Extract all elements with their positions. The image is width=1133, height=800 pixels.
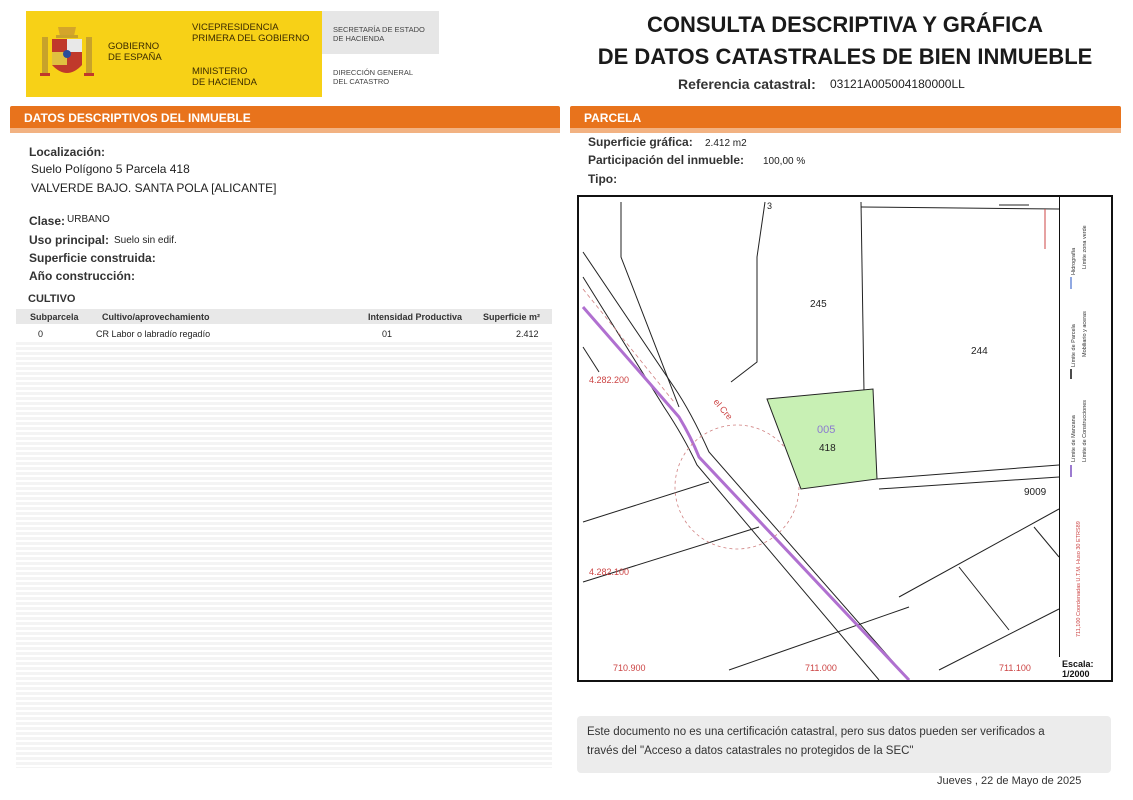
x-coord-1: 710.900	[613, 663, 646, 673]
boundary-line	[898, 508, 1060, 598]
road-name-label: el Cre	[711, 397, 734, 422]
participacion-value: 100,00 %	[763, 156, 806, 167]
document-date: Jueves , 22 de Mayo de 2025	[937, 775, 1082, 787]
cell-intensidad: 01	[382, 329, 393, 339]
note-line2: través del "Acceso a datos catastrales n…	[587, 745, 914, 757]
anio-construccion-label: Año construcción:	[29, 269, 136, 283]
secretaria-text: SECRETARÍA DE ESTADO DE HACIENDA	[333, 25, 425, 43]
gobierno-line1: GOBIERNO	[108, 41, 160, 52]
boundary-line	[876, 464, 1060, 480]
cadastral-map[interactable]: 245 244 005 418 9009 3 el Cre 4.282.200 …	[577, 195, 1113, 682]
boundary-line	[620, 202, 680, 408]
cell-superficie: 2.412	[516, 329, 539, 339]
parcel-418-label: 418	[819, 443, 836, 454]
cell-subparcela: 0	[38, 329, 44, 339]
superficie-grafica-value: 2.412 m2	[705, 138, 747, 149]
clase-label: Clase:	[29, 214, 66, 228]
note-line1: Este documento no es una certificación c…	[587, 726, 1045, 738]
gobierno-text: GOBIERNO DE ESPAÑA	[108, 41, 162, 63]
dir-line1: DIRECCIÓN GENERAL	[333, 68, 414, 77]
scale-label: Escala:	[1062, 659, 1094, 669]
localizacion-line1: Suelo Polígono 5 Parcela 418	[31, 162, 190, 176]
col-cultivo: Cultivo/aprovechamiento	[102, 312, 210, 322]
boundary-line	[860, 206, 1060, 210]
parcel-9009-label: 9009	[1024, 487, 1047, 498]
map-scale: Escala: 1/2000	[1062, 659, 1094, 679]
boundary-line	[730, 201, 766, 383]
minis-line2: DE HACIENDA	[192, 77, 257, 88]
boundary-line	[958, 566, 1010, 631]
superficie-construida-label: Superficie construida:	[29, 251, 156, 265]
parcel-245-label: 245	[810, 299, 827, 310]
table-row: 0 CR Labor o labradío regadío 01 2.412	[16, 326, 552, 342]
page-title-line2: DE DATOS CATASTRALES DE BIEN INMUEBLE	[597, 44, 1093, 69]
boundary-line	[860, 201, 865, 393]
x-coord-3: 711.100	[999, 663, 1031, 673]
map-legend-divider	[1059, 197, 1060, 657]
legend-zona-verde: Límite zona verde	[1082, 225, 1088, 269]
sec-line2: DE HACIENDA	[333, 34, 385, 43]
section-bar-datos: DATOS DESCRIPTIVOS DEL INMUEBLE	[10, 106, 560, 128]
legend-mobiliario: Mobiliario y aceras	[1082, 311, 1088, 357]
direccion-general-text: DIRECCIÓN GENERAL DEL CATASTRO	[333, 68, 413, 86]
uso-principal-value: Suelo sin edif.	[114, 235, 177, 246]
boundary-line	[582, 346, 600, 373]
referencia-value: 03121A005004180000LL	[830, 77, 965, 91]
parcel-244-label: 244	[971, 346, 988, 357]
coat-of-arms-icon	[40, 27, 94, 76]
cultivo-table-body-empty	[16, 342, 552, 768]
localizacion-line2: VALVERDE BAJO. SANTA POLA [ALICANTE]	[31, 181, 277, 195]
minis-line1: MINISTERIO	[192, 66, 248, 77]
road-dashed-edge	[582, 288, 675, 403]
section-bar-parcela-underline	[570, 128, 1121, 133]
cultivo-table-header: Subparcela Cultivo/aprovechamiento Inten…	[16, 309, 552, 324]
y-coord-1: 4.282.200	[589, 375, 629, 385]
section-bar-parcela: PARCELA	[570, 106, 1121, 128]
col-intensidad: Intensidad Productiva	[368, 312, 463, 322]
legend-limite-construcciones: Límite de Construcciones	[1082, 400, 1088, 462]
boundary-line	[1033, 526, 1060, 558]
parcel-code-label: 005	[817, 424, 835, 436]
dir-line2: DEL CATASTRO	[333, 77, 390, 86]
boundary-line	[728, 606, 910, 671]
ministerio-text: MINISTERIO DE HACIENDA	[192, 66, 257, 88]
section-bar-datos-underline	[10, 128, 560, 133]
parcel-418-highlight	[766, 388, 878, 490]
scale-value: 1/2000	[1062, 669, 1090, 679]
disclaimer-note: Este documento no es una certificación c…	[577, 716, 1111, 773]
x-coord-2: 711.000	[805, 663, 837, 673]
vice-line1: VICEPRESIDENCIA	[192, 22, 279, 33]
tipo-label: Tipo:	[588, 172, 618, 186]
boundary-line	[582, 481, 710, 523]
cultivo-title: CULTIVO	[28, 293, 76, 305]
referencia-label: Referencia catastral:	[678, 76, 816, 92]
legend-limite-parcela: Límite de Parcela	[1071, 323, 1077, 367]
y-coord-2: 4.282.100	[589, 567, 629, 577]
map-drawing: 245 244 005 418 9009 3 el Cre 4.282.200 …	[581, 201, 1088, 680]
top-parcel-label: 3	[767, 201, 772, 211]
clase-value: URBANO	[67, 214, 110, 225]
vice-line2: PRIMERA DEL GOBIERNO	[192, 33, 310, 44]
col-superficie: Superficie m²	[483, 312, 541, 322]
uso-principal-label: Uso principal:	[29, 233, 110, 247]
legend-hidrografia: Hidrografía	[1071, 247, 1077, 275]
col-subparcela: Subparcela	[30, 312, 79, 322]
legend-limite-manzana: Límite de Manzana	[1071, 414, 1077, 462]
cell-cultivo: CR Labor o labradío regadío	[96, 329, 211, 339]
participacion-label: Participación del inmueble:	[588, 153, 745, 167]
localizacion-label: Localización:	[29, 145, 106, 159]
gobierno-line2: DE ESPAÑA	[108, 52, 162, 63]
legend-coords: 711,100 Coordenadas U.T.M. Huso 30 ETRS8…	[1076, 521, 1082, 637]
sec-line1: SECRETARÍA DE ESTADO	[333, 25, 425, 34]
page-title-line1: CONSULTA DESCRIPTIVA Y GRÁFICA	[646, 12, 1044, 37]
superficie-grafica-label: Superficie gráfica:	[588, 135, 693, 149]
vicepresidencia-text: VICEPRESIDENCIA PRIMERA DEL GOBIERNO	[192, 22, 309, 44]
